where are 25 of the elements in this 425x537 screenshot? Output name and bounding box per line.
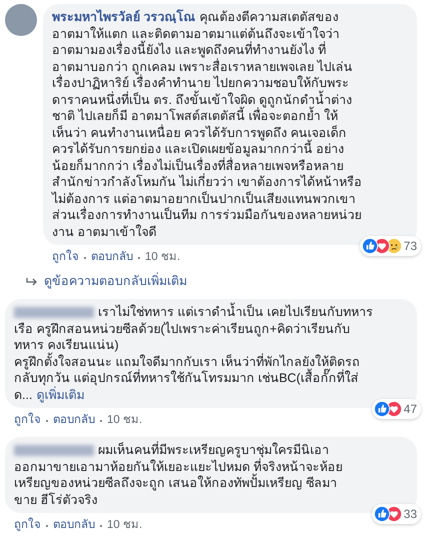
more-replies-link[interactable]: ดูข้อความตอบกลับเพิ่มเติม <box>44 272 187 291</box>
timestamp: 10 ชม. <box>107 518 142 534</box>
like-icon <box>362 238 378 254</box>
sad-face-icon <box>386 238 402 254</box>
author-link[interactable]: พระมหาไพรวัลย์ วรวณฺโณ <box>52 10 196 24</box>
timestamp: 10 ชม. <box>107 413 142 428</box>
reactions-pill[interactable]: 73 <box>360 236 421 256</box>
reactions-pill[interactable]: 47 <box>372 399 421 419</box>
like-link[interactable]: ถูกใจ <box>14 517 41 534</box>
reply-link[interactable]: ตอบกลับ <box>53 517 95 534</box>
reactions-pill[interactable]: 33 <box>372 504 421 524</box>
reaction-count: 33 <box>404 506 417 524</box>
reaction-count: 73 <box>404 238 417 255</box>
reaction-count: 47 <box>404 401 417 418</box>
like-link[interactable]: ถูกใจ <box>52 249 79 266</box>
like-icon <box>374 506 390 522</box>
see-more-link[interactable]: ดูเพิ่มเติม <box>36 388 84 402</box>
reply-arrow-icon <box>26 276 38 287</box>
like-icon <box>374 401 390 417</box>
avatar[interactable] <box>5 4 37 36</box>
timestamp: 10 ชม. <box>145 250 180 265</box>
reply-link[interactable]: ตอบกลับ <box>53 412 95 430</box>
reply-link[interactable]: ตอบกลับ <box>91 249 133 266</box>
comment-text: ผมเห็นคนที่มีพระเหรียญครูบาชุ่มใครมีนิเอา ออกมาขายเอามาห้อยกันให้เยอะแยะไปหมด ที่จริงหน้าจะห้อย เหรียญของหน่วยซีลถึงจะถูก เสนอให้กองทัพปั้มเหรียญ ซีลมา ขาย ฮีโร่ตัวจริง <box>14 442 344 508</box>
like-link[interactable]: ถูกใจ <box>14 412 41 430</box>
